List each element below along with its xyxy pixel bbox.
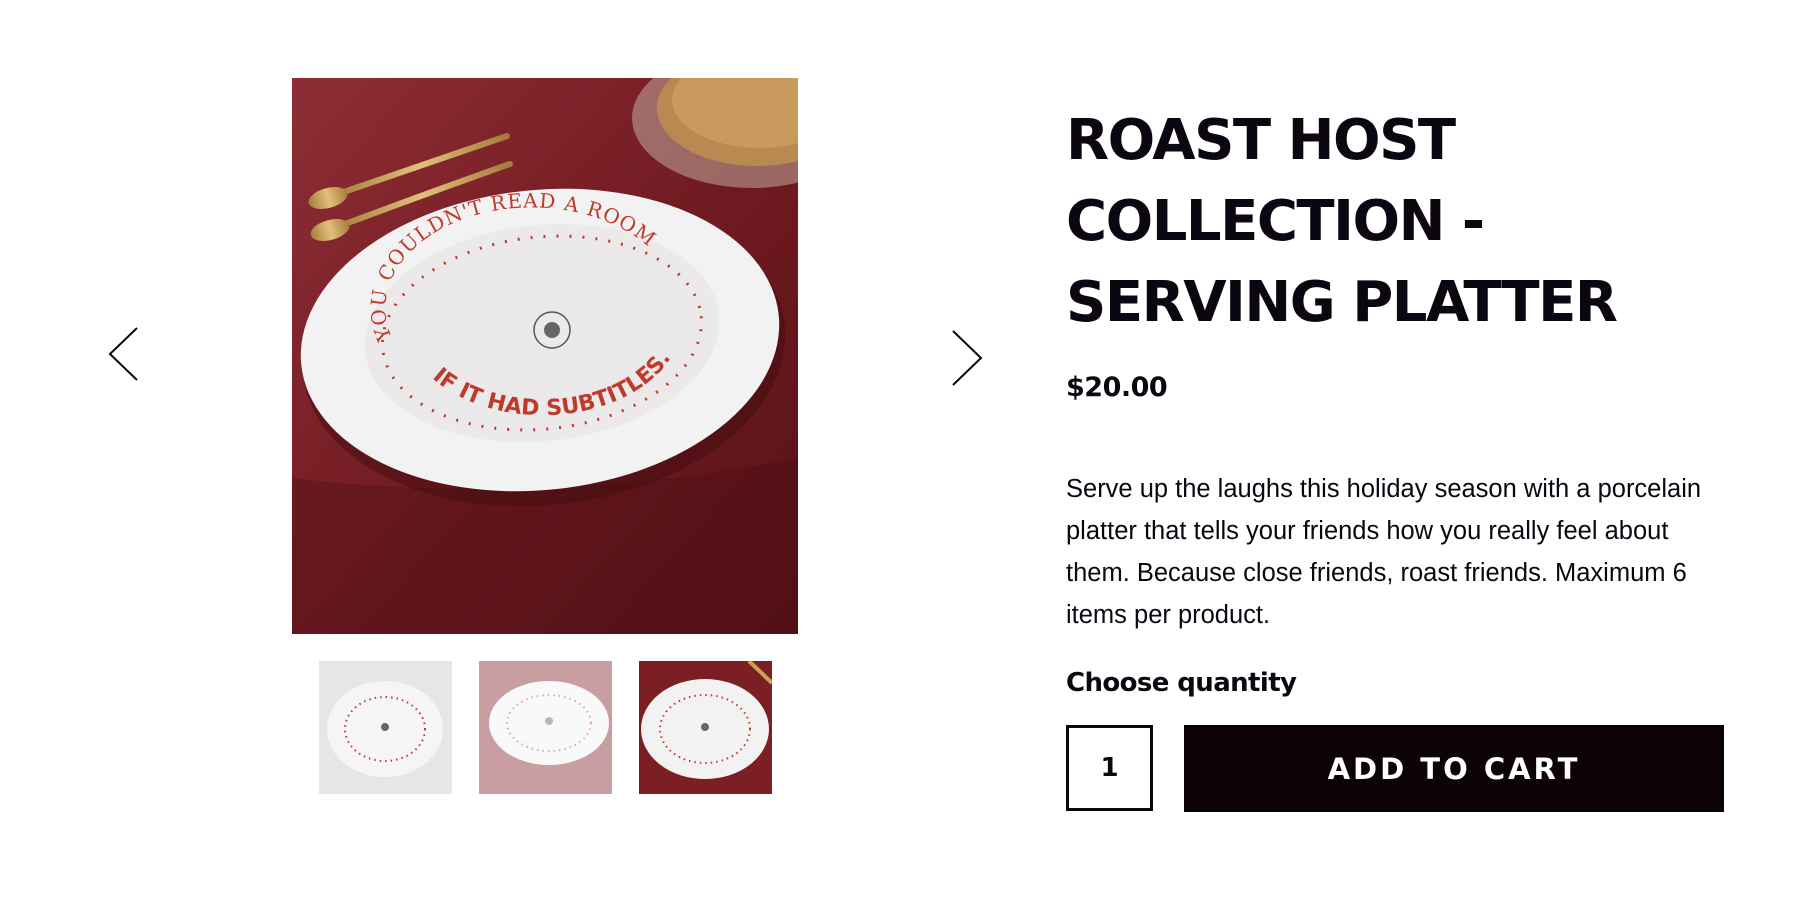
product-description: Serve up the laughs this holiday season …: [1066, 475, 1702, 629]
quantity-input[interactable]: [1066, 725, 1153, 811]
quantity-label: Choose quantity: [1066, 668, 1297, 698]
product-title: ROAST HOST COLLECTION - SERVING PLATTER: [1066, 108, 1618, 335]
thumbnail-2[interactable]: [479, 661, 612, 794]
product-price: $20.00: [1066, 372, 1168, 403]
chevron-right-icon[interactable]: [949, 329, 985, 387]
thumbnail-1[interactable]: [319, 661, 452, 794]
add-to-cart-button[interactable]: ADD TO CART: [1184, 725, 1724, 812]
thumbnail-3[interactable]: [639, 661, 772, 794]
product-main-image[interactable]: YOU COULDN'T READ A ROOM IF IT HAD SUBTI…: [292, 78, 798, 634]
chevron-left-icon[interactable]: [107, 326, 141, 382]
